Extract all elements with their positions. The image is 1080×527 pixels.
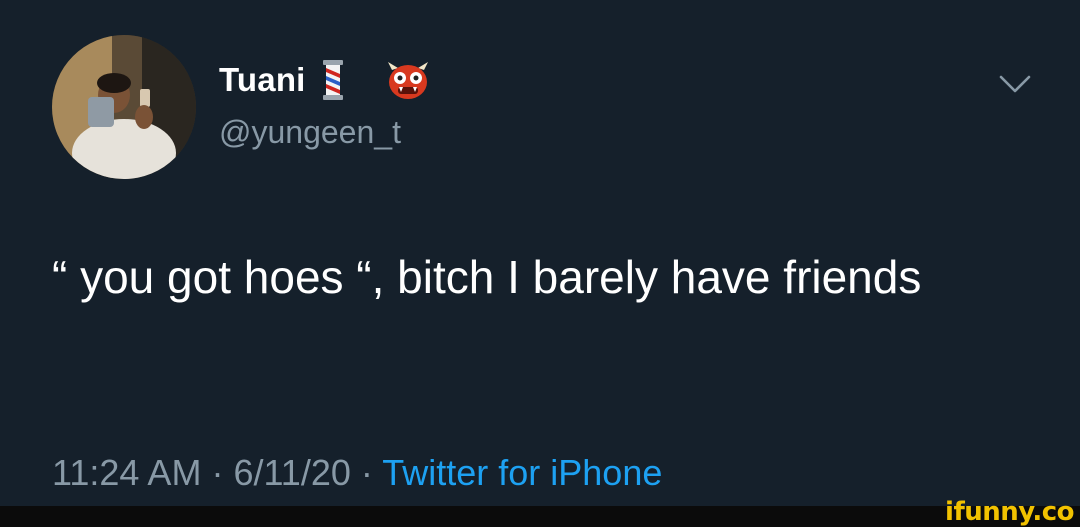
watermark-bar: [0, 506, 1080, 527]
tweet-date[interactable]: 6/11/20: [233, 452, 350, 493]
tweet-meta: 11:24 AM · 6/11/20 · Twitter for iPhone: [52, 452, 662, 494]
meta-separator: ·: [201, 452, 234, 493]
tweet-source-link[interactable]: Twitter for iPhone: [382, 452, 662, 493]
tweet-card: Tuani @yungeen_t “ you got hoes “, bitch…: [0, 0, 1080, 506]
meta-separator: ·: [350, 452, 383, 493]
display-name[interactable]: Tuani: [219, 61, 306, 99]
avatar[interactable]: [52, 35, 196, 179]
chevron-down-icon[interactable]: [998, 72, 1032, 96]
name-row: Tuani: [219, 58, 430, 102]
barber-pole-icon: [320, 60, 346, 100]
ifunny-watermark: ifunny.co: [945, 497, 1074, 527]
tweet-text: “ you got hoes “, bitch I barely have fr…: [52, 251, 922, 303]
avatar-image: [52, 35, 196, 179]
user-handle[interactable]: @yungeen_t: [219, 114, 401, 151]
ogre-icon: [386, 60, 430, 100]
tweet-time[interactable]: 11:24 AM: [52, 452, 201, 493]
